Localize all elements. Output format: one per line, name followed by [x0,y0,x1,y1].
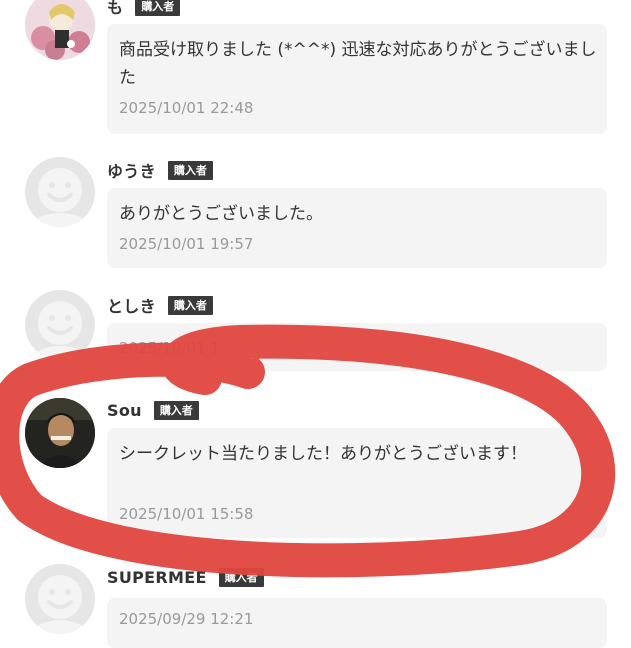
comment-timestamp: 2025/10/01 19:57 [119,235,254,253]
user-name[interactable]: ゆうき [107,158,156,182]
buyer-badge: 購入者 [167,160,213,180]
comment-header: SUPERMEE 購入者 [107,565,264,589]
user-avatar[interactable] [25,157,95,227]
default-avatar-icon [25,564,95,634]
user-name[interactable]: としき [107,293,156,317]
illustration-avatar-icon [25,0,95,60]
user-avatar[interactable] [25,0,95,60]
comment-header: も 購入者 [107,0,181,18]
default-avatar-icon [25,290,95,360]
comment-timestamp: 2025/09/29 12:21 [119,610,254,628]
buyer-badge: 購入者 [167,295,213,315]
buyer-badge: 購入者 [153,400,199,420]
user-name[interactable]: Sou [107,401,142,420]
photo-avatar-icon [25,398,95,468]
comment-text: シークレット当たりました！ありがとうございます！ [119,444,527,464]
comment-timestamp: 2025/10/01 15:58 [119,505,254,523]
comment-header: としき 購入者 [107,293,213,317]
user-avatar[interactable] [25,564,95,634]
user-avatar[interactable] [25,398,95,468]
comment-header: ゆうき 購入者 [107,158,213,182]
comment-bubble: 2025/10/01 1 [107,323,607,371]
comment-text: ありがとうございました。 [119,204,323,224]
user-avatar[interactable] [25,290,95,360]
user-name[interactable]: も [107,0,123,18]
comment-bubble: ありがとうございました。 2025/10/01 19:57 [107,188,607,268]
default-avatar-icon [25,157,95,227]
buyer-badge: 購入者 [218,567,264,587]
comment-text: 商品受け取りました (*^^*) 迅速な対応ありがとうございました [119,40,597,88]
buyer-badge: 購入者 [135,0,181,16]
comment-timestamp: 2025/10/01 22:48 [119,99,254,117]
comment-timestamp: 2025/10/01 1 [119,339,220,357]
user-name[interactable]: SUPERMEE [107,568,207,587]
comment-bubble: 商品受け取りました (*^^*) 迅速な対応ありがとうございました 2025/1… [107,24,607,134]
comment-bubble: シークレット当たりました！ありがとうございます！ 2025/10/01 15:5… [107,428,607,538]
comment-header: Sou 購入者 [107,398,199,422]
comment-bubble: 2025/09/29 12:21 [107,598,607,648]
